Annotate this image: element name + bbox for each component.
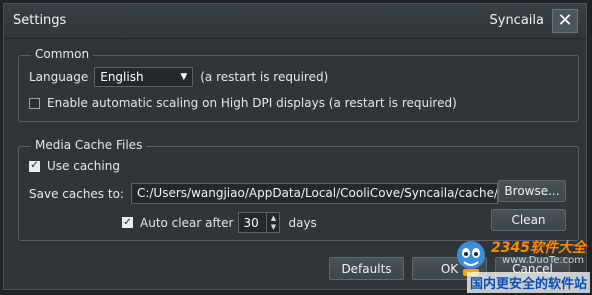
language-value: English <box>100 70 144 84</box>
spin-down-icon[interactable]: ▼ <box>271 223 276 231</box>
auto-clear-days-value: 30 <box>243 215 259 230</box>
use-caching-row: ✓ Use caching <box>29 159 120 173</box>
use-caching-checkbox[interactable]: ✓ <box>29 160 40 172</box>
dpi-scaling-checkbox[interactable] <box>29 97 40 109</box>
app-name: Syncaila <box>489 13 545 28</box>
common-group-title: Common <box>31 47 94 61</box>
settings-dialog: Settings Syncaila ✕ Common Language Engl… <box>3 3 587 290</box>
title-bar: Settings Syncaila ✕ <box>4 4 586 39</box>
media-cache-group-title: Media Cache Files <box>31 138 147 152</box>
clean-button-label: Clean <box>511 213 546 227</box>
window-title: Settings <box>13 13 67 28</box>
spin-arrows[interactable]: ▲ ▼ <box>266 213 279 232</box>
save-caches-label: Save caches to: <box>29 186 124 201</box>
defaults-button-label: Defaults <box>341 261 392 276</box>
ok-button[interactable]: OK <box>412 257 487 280</box>
save-caches-row: Save caches to: C:/Users/wangjiao/AppDat… <box>29 183 498 204</box>
browse-button-label: Browse... <box>504 184 560 198</box>
clean-button[interactable]: Clean <box>491 209 566 231</box>
days-label: days <box>288 215 317 230</box>
cancel-button[interactable]: Cancel <box>495 257 570 280</box>
defaults-button[interactable]: Defaults <box>329 257 404 280</box>
auto-clear-checkbox[interactable]: ✓ <box>122 217 133 228</box>
dpi-row: Enable automatic scaling on High DPI dis… <box>29 96 457 110</box>
auto-clear-label: Auto clear after <box>140 215 234 230</box>
close-button[interactable]: ✕ <box>552 9 578 33</box>
auto-clear-days-spinbox[interactable]: 30 ▲ ▼ <box>238 212 281 233</box>
checkmark-icon: ✓ <box>30 160 39 171</box>
language-restart-note: (a restart is required) <box>200 70 329 84</box>
checkmark-icon: ✓ <box>123 216 132 228</box>
close-icon: ✕ <box>557 10 573 31</box>
language-select[interactable]: English ▼ <box>94 67 194 87</box>
language-row: Language English ▼ (a restart is require… <box>29 67 328 87</box>
chevron-down-icon: ▼ <box>180 72 188 82</box>
dpi-scaling-label: Enable automatic scaling on High DPI dis… <box>47 96 457 110</box>
browse-button[interactable]: Browse... <box>498 180 566 202</box>
common-group: Common Language English ▼ (a restart is … <box>18 47 579 122</box>
cache-path-input[interactable]: C:/Users/wangjiao/AppData/Local/CooliCov… <box>130 183 498 204</box>
cancel-button-label: Cancel <box>512 261 553 276</box>
ok-button-label: OK <box>440 261 459 276</box>
language-label: Language <box>29 70 89 84</box>
auto-clear-row: ✓ Auto clear after 30 ▲ ▼ days <box>122 212 317 233</box>
use-caching-label: Use caching <box>47 159 120 173</box>
cache-path-value: C:/Users/wangjiao/AppData/Local/CooliCov… <box>136 186 498 200</box>
spin-up-icon[interactable]: ▲ <box>271 214 276 222</box>
